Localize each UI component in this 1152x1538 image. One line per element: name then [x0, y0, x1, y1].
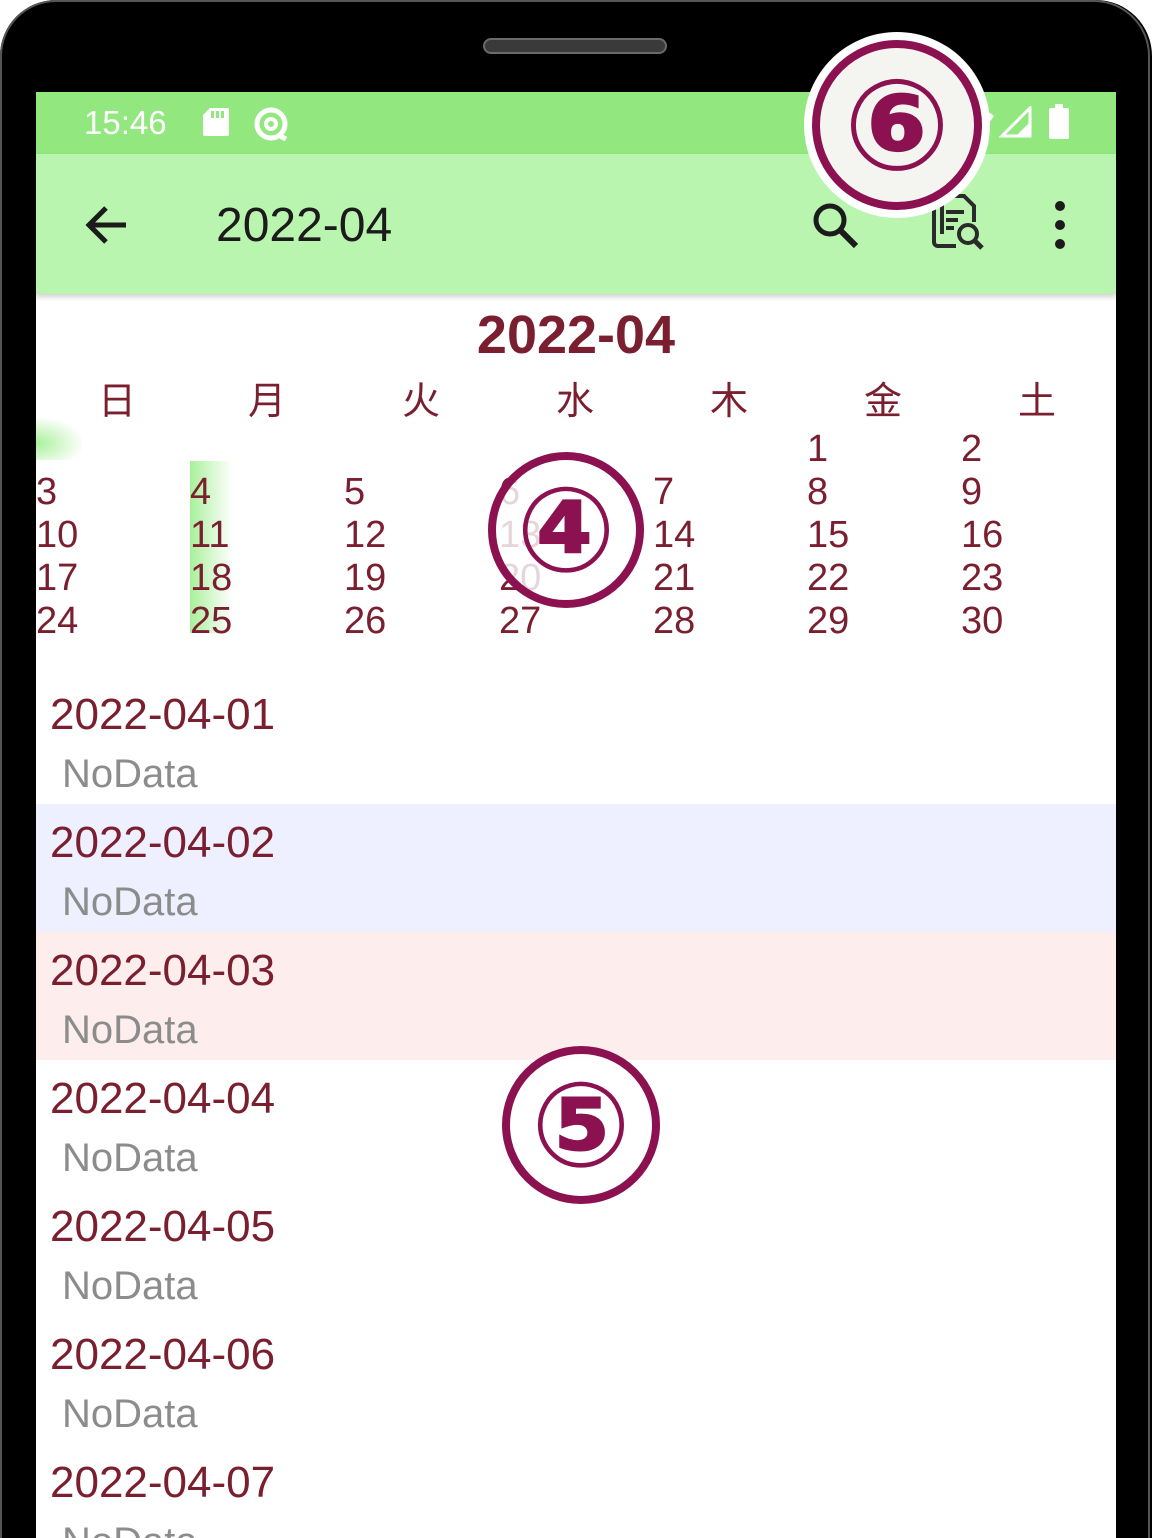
- day-list-item[interactable]: 2022-04-07 NoData: [36, 1444, 1116, 1538]
- calendar-day[interactable]: 25: [190, 600, 232, 643]
- calendar-day[interactable]: 18: [190, 557, 232, 600]
- calendar-day[interactable]: 17: [36, 557, 78, 600]
- calendar-title: 2022-04: [476, 305, 676, 365]
- weekday-label: 火: [402, 379, 441, 423]
- callout-marker-6: ⑥: [812, 40, 982, 210]
- day-date: 2022-04-04: [50, 1074, 276, 1123]
- weekday-label: 木: [710, 379, 749, 423]
- callout-marker-5: ⑤: [502, 1046, 660, 1204]
- day-status: NoData: [62, 1392, 198, 1436]
- day-status: NoData: [62, 1520, 198, 1538]
- day-date: 2022-04-02: [50, 818, 276, 867]
- calendar-day[interactable]: 12: [344, 514, 386, 557]
- calendar-day[interactable]: 14: [653, 514, 695, 557]
- more-vert-icon: [1055, 201, 1065, 249]
- day-status: NoData: [62, 1264, 198, 1308]
- calendar-day[interactable]: 8: [807, 471, 828, 514]
- weekday-label: 水: [556, 379, 595, 423]
- back-button[interactable]: [80, 198, 134, 252]
- sync-icon: [252, 105, 290, 148]
- day-list-item[interactable]: 2022-04-01 NoData: [36, 676, 1116, 804]
- calendar-highlight: [36, 418, 82, 460]
- day-date: 2022-04-01: [50, 690, 276, 739]
- more-options-button[interactable]: [1046, 196, 1074, 254]
- calendar-day[interactable]: 3: [36, 471, 57, 514]
- weekday-label: 月: [248, 379, 287, 423]
- calendar-day[interactable]: 24: [36, 600, 78, 643]
- day-date: 2022-04-05: [50, 1202, 276, 1251]
- page-title: 2022-04: [216, 199, 393, 252]
- calendar-day[interactable]: 22: [807, 557, 849, 600]
- calendar-day[interactable]: 2: [961, 428, 982, 471]
- phone-speaker: [483, 38, 667, 54]
- report-search-button[interactable]: [928, 192, 988, 254]
- calendar-day[interactable]: 4: [190, 471, 211, 514]
- calendar-day[interactable]: 11: [190, 514, 229, 557]
- day-list-item[interactable]: 2022-04-02 NoData: [36, 804, 1116, 932]
- calendar-day[interactable]: 27: [499, 600, 541, 643]
- calendar-day[interactable]: 21: [653, 557, 695, 600]
- screen: 15:46 2022-04 2022-04 日 月 火 水 木 金 土 1 2 …: [36, 92, 1116, 1538]
- search-button[interactable]: [808, 198, 862, 252]
- day-status: NoData: [62, 1136, 198, 1180]
- day-status: NoData: [62, 1008, 198, 1052]
- battery-icon: [1048, 104, 1070, 145]
- day-date: 2022-04-03: [50, 946, 276, 995]
- back-arrow-icon: [85, 206, 126, 244]
- calendar-day[interactable]: 9: [961, 471, 982, 514]
- weekday-label: 土: [1018, 379, 1057, 423]
- day-date: 2022-04-06: [50, 1330, 276, 1379]
- calendar-day[interactable]: 29: [807, 600, 849, 643]
- search-icon: [813, 203, 859, 249]
- calendar-day[interactable]: 5: [344, 471, 365, 514]
- calendar-day[interactable]: 15: [807, 514, 849, 557]
- signal-icon: [998, 104, 1032, 143]
- weekday-label: 金: [864, 379, 903, 423]
- day-list-item[interactable]: 2022-04-05 NoData: [36, 1188, 1116, 1316]
- day-status: NoData: [62, 752, 198, 796]
- sd-card-icon: [202, 107, 230, 142]
- day-list-item[interactable]: 2022-04-03 NoData: [36, 932, 1116, 1060]
- calendar-day[interactable]: 30: [961, 600, 1003, 643]
- weekday-label: 日: [98, 379, 137, 423]
- status-time: 15:46: [84, 104, 167, 141]
- calendar-day[interactable]: 16: [961, 514, 1003, 557]
- report-search-icon: [932, 194, 984, 250]
- callout-marker-4: ④: [488, 452, 644, 608]
- calendar-day[interactable]: 1: [807, 428, 828, 471]
- day-status: NoData: [62, 880, 198, 924]
- day-list-item[interactable]: 2022-04-06 NoData: [36, 1316, 1116, 1444]
- calendar-day[interactable]: 23: [961, 557, 1003, 600]
- calendar-day[interactable]: 28: [653, 600, 695, 643]
- calendar-day[interactable]: 10: [36, 514, 78, 557]
- calendar-day[interactable]: 19: [344, 557, 386, 600]
- calendar-day[interactable]: 7: [653, 471, 674, 514]
- calendar-day[interactable]: 26: [344, 600, 386, 643]
- day-date: 2022-04-07: [50, 1458, 276, 1507]
